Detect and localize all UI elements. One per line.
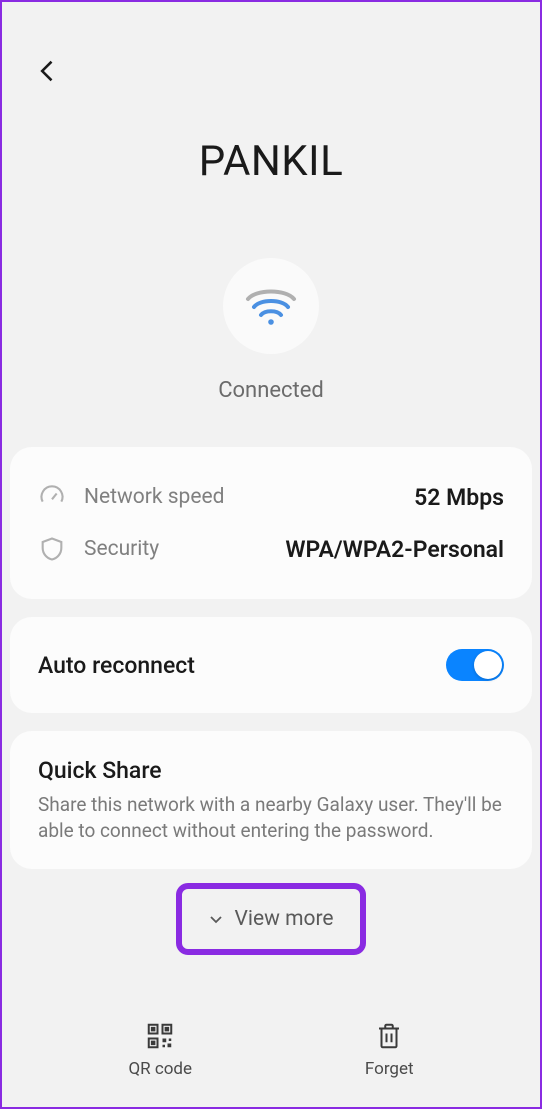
connection-status: Connected [2, 378, 540, 403]
security-row: Security WPA/WPA2-Personal [38, 523, 504, 575]
view-more-button[interactable]: View more [176, 883, 365, 955]
speedometer-icon [38, 483, 66, 511]
auto-reconnect-toggle[interactable] [446, 649, 504, 681]
shield-icon [38, 535, 66, 563]
trash-icon [374, 1021, 404, 1051]
speed-value: 52 Mbps [414, 484, 504, 511]
quick-share-card[interactable]: Quick Share Share this network with a ne… [10, 731, 532, 869]
qr-code-icon [145, 1021, 175, 1051]
back-button[interactable] [2, 2, 62, 89]
qr-code-button[interactable]: QR code [128, 1021, 192, 1079]
bottom-action-bar: QR code Forget [2, 1003, 540, 1107]
forget-button[interactable]: Forget [365, 1021, 414, 1079]
network-stats-card: Network speed 52 Mbps Security WPA/WPA2-… [10, 447, 532, 599]
toggle-knob [474, 651, 502, 679]
chevron-down-icon [208, 911, 224, 927]
back-arrow-icon [34, 57, 62, 85]
qr-code-label: QR code [128, 1059, 192, 1079]
wifi-icon-container [2, 258, 540, 354]
auto-reconnect-row[interactable]: Auto reconnect [10, 617, 532, 713]
quick-share-title: Quick Share [38, 757, 504, 784]
speed-row: Network speed 52 Mbps [38, 471, 504, 523]
speed-label: Network speed [84, 485, 224, 509]
network-name: PANKIL [2, 137, 540, 186]
quick-share-description: Share this network with a nearby Galaxy … [38, 792, 504, 843]
wifi-icon [244, 285, 298, 327]
security-value: WPA/WPA2-Personal [285, 536, 504, 563]
auto-reconnect-label: Auto reconnect [38, 652, 195, 679]
wifi-icon-circle [223, 258, 319, 354]
security-label: Security [84, 537, 159, 561]
forget-label: Forget [365, 1059, 414, 1079]
view-more-label: View more [234, 907, 333, 931]
